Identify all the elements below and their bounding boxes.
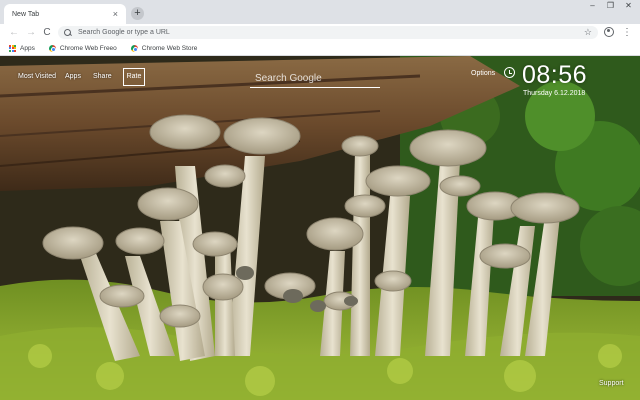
tab-title: New Tab (12, 10, 40, 18)
bookmark-star-icon[interactable]: ☆ (584, 26, 592, 39)
new-tab-button[interactable]: + (131, 7, 144, 20)
chrome-web-store-icon (48, 44, 56, 52)
bookmark-chrome-web-freeo[interactable]: Chrome Web Freeo (48, 44, 117, 52)
forward-arrow-icon[interactable]: → (24, 24, 38, 41)
reload-icon[interactable]: C (40, 24, 54, 41)
bookmark-chrome-web-store[interactable]: Chrome Web Store (130, 44, 198, 52)
rate-button[interactable]: Rate (123, 68, 145, 86)
maximize-icon[interactable]: ❐ (602, 0, 619, 12)
omnibox-placeholder: Search Google or type a URL (78, 29, 170, 36)
share-link[interactable]: Share (93, 73, 112, 80)
search-icon (64, 28, 72, 37)
tab-close-icon[interactable]: × (113, 9, 118, 19)
tab-strip: New Tab × + – ❐ ✕ (0, 0, 640, 24)
clock-time: 08:56 (522, 61, 588, 89)
bookmark-label: Chrome Web Store (141, 44, 198, 52)
bookmark-label: Chrome Web Freeo (59, 44, 117, 52)
tab-new-tab[interactable]: New Tab × (4, 4, 126, 24)
clock-date: Thursday 6.12.2018 (523, 90, 586, 97)
ntp-search-box (250, 68, 380, 88)
back-arrow-icon[interactable]: ← (7, 24, 21, 41)
apps-link[interactable]: Apps (65, 73, 81, 80)
chrome-web-store-icon (130, 44, 138, 52)
bookmarks-bar: Apps Chrome Web Freeo Chrome Web Store (0, 41, 640, 56)
clock-icon[interactable] (504, 67, 515, 78)
most-visited-link[interactable]: Most Visited (18, 73, 56, 80)
options-link[interactable]: Options (471, 70, 495, 77)
apps-grid-icon (9, 44, 16, 52)
bookmark-label: Apps (20, 44, 35, 52)
bookmark-apps[interactable]: Apps (9, 44, 35, 52)
ntp-search-input[interactable] (250, 69, 380, 88)
close-window-icon[interactable]: ✕ (620, 0, 637, 12)
profile-avatar-icon[interactable] (604, 27, 614, 37)
mushroom-wallpaper (0, 56, 640, 400)
menu-kebab-icon[interactable]: ⋮ (622, 24, 632, 41)
omnibox[interactable]: Search Google or type a URL ☆ (58, 26, 598, 39)
new-tab-page: Most Visited Apps Share Rate Options 08:… (0, 56, 640, 400)
support-link[interactable]: Support (599, 380, 624, 387)
browser-toolbar: ← → C Search Google or type a URL ☆ ⋮ (0, 24, 640, 41)
minimize-icon[interactable]: – (584, 0, 601, 12)
